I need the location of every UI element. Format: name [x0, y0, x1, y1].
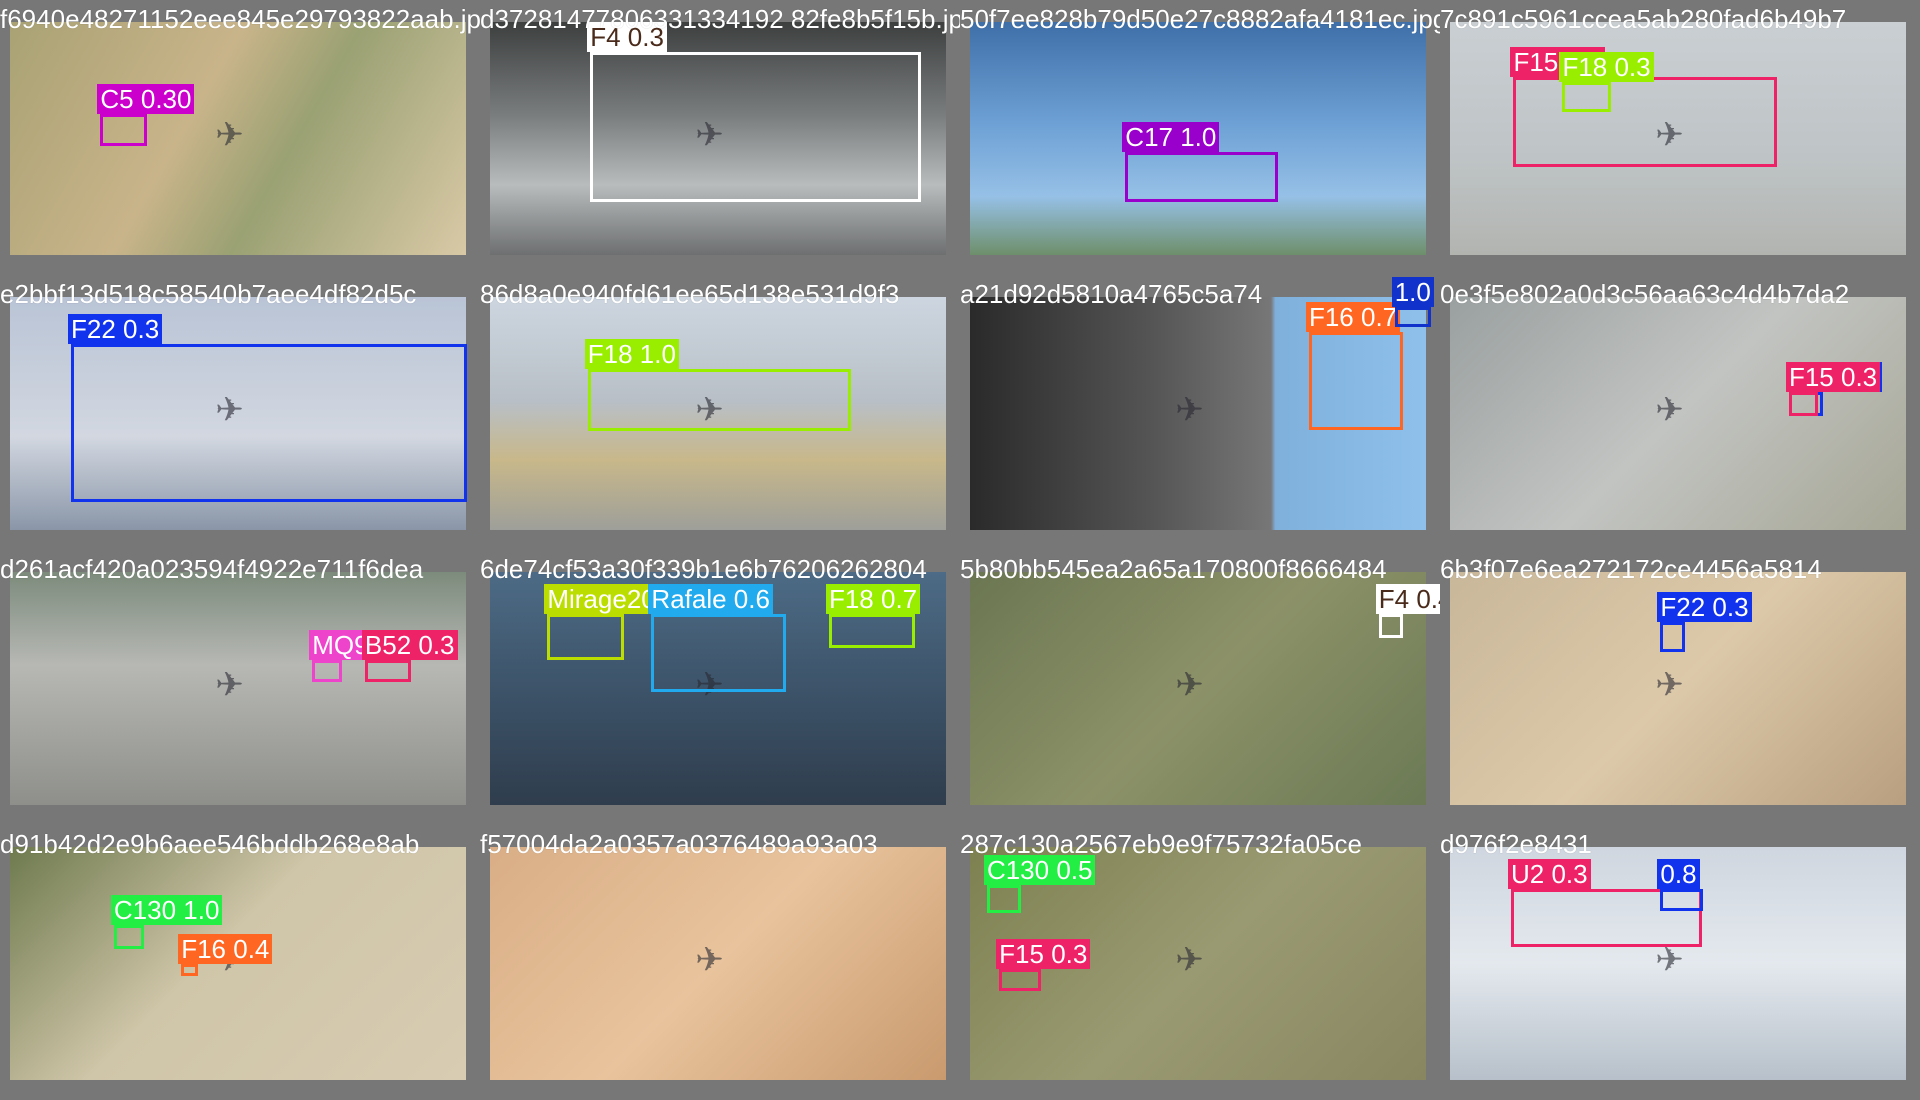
detection-label: C17 1.0: [1122, 122, 1220, 152]
detection-box[interactable]: 0.8: [1657, 859, 1704, 911]
detection-box[interactable]: F4 0.3: [587, 22, 921, 202]
mosaic-tile[interactable]: ✈ e2bbf13d518c58540b7aee4df82d5c F22 0.3: [0, 275, 480, 550]
detection-box[interactable]: C17 1.0: [1122, 122, 1279, 202]
detection-box[interactable]: F4 0.4: [1375, 584, 1440, 638]
detection-label: F16 0.4: [178, 934, 273, 964]
detection-label: B52 0.3: [361, 630, 458, 660]
detection-box[interactable]: F15 0.3: [1785, 362, 1881, 416]
mosaic-tile[interactable]: ✈ a21d92d5810a4765c5a74 F16 0.7 1.0: [960, 275, 1440, 550]
tile-image: ✈: [10, 572, 466, 805]
mosaic-tile[interactable]: ✈ 7c891c5961ccea5ab280fad6b49b7 F15 1.0 F18…: [1440, 0, 1920, 275]
mosaic-tile[interactable]: ✈50f7ee828b79d50e27c8882afa4181ec.jpgC17…: [960, 0, 1440, 275]
detection-label: F18 0.3: [1559, 52, 1654, 82]
detection-label: C130 1.0: [110, 895, 223, 925]
mosaic-tile[interactable]: ✈ 86d8a0e940fd61ee65d138e531d9f3 F18 1.0: [480, 275, 960, 550]
detection-label: F18 0.7: [825, 584, 921, 614]
detection-box[interactable]: F18 0.3: [1559, 52, 1654, 112]
aircraft-icon: ✈: [695, 941, 724, 980]
detection-label: C5 0.30: [97, 84, 195, 114]
detection-box[interactable]: MQ9 0.4: [309, 630, 415, 682]
tile-image: ✈: [490, 847, 946, 1080]
detection-box[interactable]: C130 0.5: [983, 855, 1096, 913]
detection-label: F16 0.7: [1305, 302, 1401, 332]
mosaic-tile[interactable]: ✈ 6b3f07e6ea272172ce4456a5814 F22 0.3: [1440, 550, 1920, 825]
detection-box[interactable]: F22 0.3: [68, 314, 467, 502]
detection-label: F15 0.3: [1785, 362, 1881, 392]
detection-box[interactable]: F18 0.7: [825, 584, 921, 648]
mosaic-grid: ✈ f6940e48271152eee845e29793822aab.jpg C5 …: [0, 0, 1920, 1100]
mosaic-tile[interactable]: ✈ d37281477806331334192 82fe8b5f15b.jpg F4…: [480, 0, 960, 275]
mosaic-tile[interactable]: ✈0e3f5e802a0d3c56aa63c4d4b7da2A10 0.3F15…: [1440, 275, 1920, 550]
tile-image: ✈: [10, 22, 466, 255]
detection-label: F4 0.3: [587, 22, 667, 52]
detection-box[interactable]: B52 0.3: [361, 630, 458, 682]
detection-box[interactable]: F15 0.3: [996, 939, 1091, 991]
tile-image: ✈: [970, 572, 1426, 805]
detection-box[interactable]: F16 0.7: [1305, 302, 1404, 430]
aircraft-icon: ✈: [1175, 941, 1204, 980]
detection-box[interactable]: F16 0.4: [178, 934, 273, 976]
mosaic-tile[interactable]: ✈ d976f2e8431 U2 0.3 0.8: [1440, 825, 1920, 1100]
detection-box[interactable]: Mirage2000 0.3: [544, 584, 732, 660]
detection-label: C130 0.5: [983, 855, 1096, 885]
mosaic-tile[interactable]: ✈d91b42d2e9b6aee546bddb268e8abC130 1.0F1…: [0, 825, 480, 1100]
detection-label: 0.8: [1657, 859, 1700, 889]
detection-label: F22 0.3: [1657, 592, 1752, 622]
tile-image: ✈: [1450, 297, 1906, 530]
mosaic-tile[interactable]: ✈ f57004da2a0357a0376489a93a03: [480, 825, 960, 1100]
mosaic-tile[interactable]: ✈ 6de74cf53a30f339b1e6b76206262804 Mirage2…: [480, 550, 960, 825]
detection-label: F15 0.3: [996, 939, 1091, 969]
mosaic-tile[interactable]: ✈ 287c130a2567eb9e9f75732fa05ce C130 0.5 F1…: [960, 825, 1440, 1100]
aircraft-icon: ✈: [1655, 391, 1684, 430]
detection-label: Rafale 0.6: [648, 584, 773, 614]
detection-box[interactable]: Rafale 0.6: [648, 584, 787, 692]
detection-box[interactable]: F22 0.3: [1657, 592, 1752, 652]
detection-box[interactable]: C130 1.0: [110, 895, 223, 949]
aircraft-icon: ✈: [1655, 666, 1684, 705]
aircraft-icon: ✈: [215, 666, 244, 705]
detection-label: F18 1.0: [584, 339, 679, 369]
detection-box[interactable]: F18 1.0: [584, 339, 851, 431]
detection-label: 1.0: [1391, 277, 1434, 307]
detection-box[interactable]: C5 0.30: [97, 84, 195, 146]
mosaic-tile[interactable]: ✈d261acf420a023594f4922e711f6deaMQ9 0.4B…: [0, 550, 480, 825]
detection-box[interactable]: F15 1.0: [1510, 47, 1777, 167]
detection-label: U2 0.3: [1508, 859, 1591, 889]
detection-box[interactable]: 1.0: [1391, 277, 1434, 327]
detection-label: F22 0.3: [68, 314, 163, 344]
mosaic-tile[interactable]: ✈5b80bb545ea2a65a170800f8666484F4 0.40.5: [960, 550, 1440, 825]
mosaic-tile[interactable]: ✈ f6940e48271152eee845e29793822aab.jpg C5 …: [0, 0, 480, 275]
detection-label: F4 0.4: [1375, 584, 1440, 614]
aircraft-icon: ✈: [1175, 391, 1204, 430]
aircraft-icon: ✈: [215, 116, 244, 155]
aircraft-icon: ✈: [1175, 666, 1204, 705]
